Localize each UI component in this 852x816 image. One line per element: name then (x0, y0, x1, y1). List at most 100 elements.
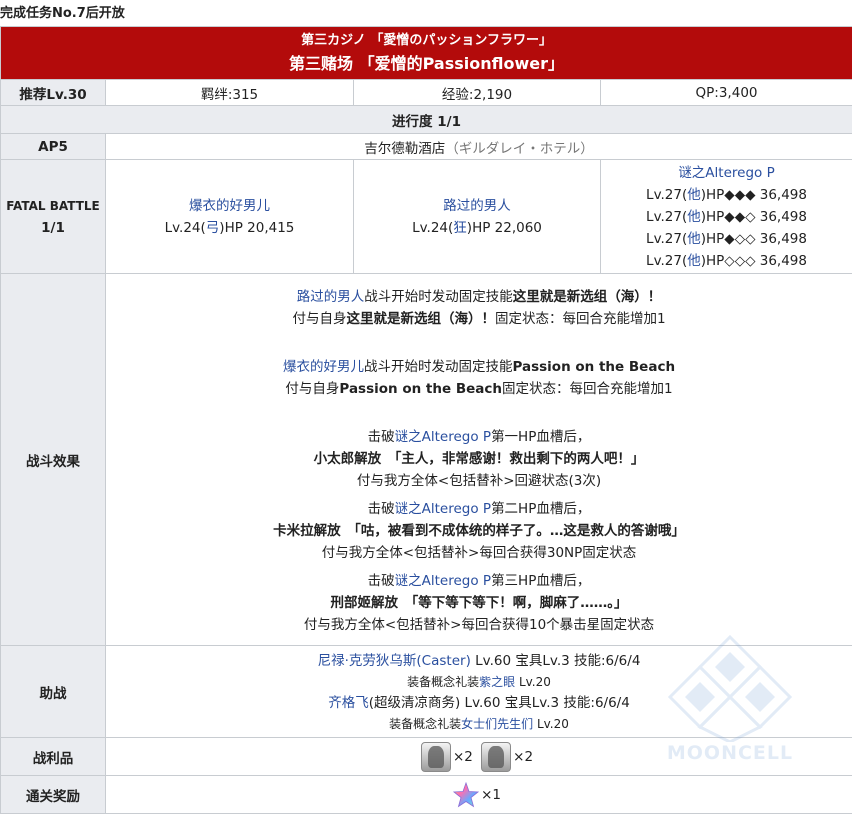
boss-name-link[interactable]: 谜之Alterego P (395, 573, 491, 589)
reward-label: 通关奖励 (0, 775, 106, 814)
ce-level: Lv.20 (533, 716, 569, 731)
class-link[interactable]: 他 (687, 231, 701, 247)
drop-qty: ×2 (513, 748, 534, 765)
servant-info: Lv.60 宝具Lv.3 技能:6/6/4 (460, 694, 630, 711)
quest-header-row: 第三カジノ 「愛憎のパッションフラワー」 第三赌场 「爱憎的Passionflo… (0, 26, 852, 80)
effect-text: 付与自身 (292, 310, 347, 327)
enemy-name-link[interactable]: 爆衣的好男儿 (189, 198, 270, 214)
boss-hp: )HP◆◆◆ 36,498 (700, 186, 807, 203)
servant-variant: (超级清凉商务) (368, 694, 461, 711)
quest-title-cell: 第三カジノ 「愛憎のパッションフラワー」 第三赌场 「爱憎的Passionflo… (0, 26, 852, 80)
ce-label: 装备概念礼装 (389, 716, 462, 731)
enemy-level: Lv.24( (412, 219, 454, 236)
reward-cell: ×1 (104, 775, 852, 814)
effects-row: 战斗效果 路过的男人战斗开始时发动固定技能这里就是新选组（海）！ 付与自身这里就… (0, 273, 852, 646)
skill-name: 这里就是新选组（海）！ (346, 310, 495, 327)
boss-hp: )HP◆◇◇ 36,498 (700, 230, 807, 247)
reward-qty: ×1 (481, 786, 501, 803)
qp-value: QP:3,400 (599, 79, 852, 106)
bond-value: 羁绊:315 (105, 79, 354, 106)
boss-hp: )HP◇◇◇ 36,498 (700, 252, 807, 269)
ap-row: AP5 吉尔德勒酒店（ギルダレイ・ホテル） (0, 133, 852, 160)
effects-cell: 路过的男人战斗开始时发动固定技能这里就是新选组（海）！ 付与自身这里就是新选组（… (104, 273, 852, 646)
boss-name-link[interactable]: 谜之Alterego P (678, 165, 774, 181)
enemy-cell-1: 爆衣的好男儿 Lv.24(弓)HP 20,415 (105, 159, 354, 274)
release-line: 小太郎解放 「主人，非常感谢！救出剩下的两人吧！」 (313, 450, 645, 467)
drops-label: 战利品 (0, 737, 106, 776)
boss-cell: 谜之Alterego P Lv.27(他)HP◆◆◆ 36,498 Lv.27(… (599, 159, 852, 274)
enemy-name-link[interactable]: 爆衣的好男儿 (283, 359, 364, 375)
enemy-name-link[interactable]: 路过的男人 (443, 198, 511, 214)
drop-qty: ×2 (452, 748, 473, 765)
enemy-cell-2: 路过的男人 Lv.24(狂)HP 22,060 (353, 159, 601, 274)
unlock-condition: 完成任务No.7后开放 (0, 6, 125, 21)
effect-text: 第一HP血槽后， (491, 428, 591, 445)
quest-title: 第三赌场 「爱憎的Passionflower」 (289, 54, 564, 73)
battle-label-cell: FATAL BATTLE 1/1 (0, 159, 106, 274)
battle-count: 1/1 (41, 219, 65, 236)
craft-essence-link[interactable]: 紫之眼 (479, 675, 515, 689)
release-line: 刑部姬解放 「等下等下等下！啊，脚麻了……。」 (330, 594, 628, 611)
boss-level: Lv.27( (646, 186, 688, 203)
effect-text: 第二HP血槽后， (491, 500, 591, 517)
enemy-name-link[interactable]: 路过的男人 (297, 289, 365, 305)
battle-row: FATAL BATTLE 1/1 爆衣的好男儿 Lv.24(弓)HP 20,41… (0, 159, 852, 274)
servant-name-link[interactable]: 齐格飞 (328, 695, 369, 711)
class-link[interactable]: 他 (687, 209, 701, 225)
boss-name-link[interactable]: 谜之Alterego P (395, 501, 491, 517)
fatal-battle-label: FATAL BATTLE (6, 198, 100, 213)
effect-text: 固定状态：每回合充能增加1 (502, 380, 673, 397)
release-effect: 付与我方全体<包括替补>每回合获得30NP固定状态 (321, 544, 637, 561)
servant-name-link[interactable]: 尼禄·克劳狄乌斯(Caster) (318, 653, 471, 669)
stats-row: 推荐Lv.30 羁绊:315 经验:2,190 QP:3,400 (0, 79, 852, 106)
release-effect: 付与我方全体<包括替补>每回合获得10个暴击星固定状态 (303, 616, 655, 633)
boss-name-link[interactable]: 谜之Alterego P (395, 429, 491, 445)
support-row: 助战 尼禄·克劳狄乌斯(Caster) Lv.60 宝具Lv.3 技能:6/6/… (0, 645, 852, 738)
ap-cost: AP5 (0, 133, 106, 160)
statue-item-icon[interactable] (420, 741, 451, 772)
ce-label: 装备概念礼装 (407, 674, 480, 689)
boss-level: Lv.27( (646, 208, 688, 225)
boss-hp: )HP◆◆◇ 36,498 (700, 208, 807, 225)
enemy-hp: )HP 22,060 (466, 219, 542, 236)
effect-text: 击破 (367, 428, 395, 445)
progress-label: 进行度 1/1 (0, 105, 852, 134)
class-link[interactable]: 弓 (206, 220, 220, 236)
release-line: 卡米拉解放 「咕，被看到不成体统的样子了。…这是救人的答谢哦」 (273, 522, 685, 539)
support-label: 助战 (0, 645, 106, 738)
quest-table: 第三カジノ 「愛憎のパッションフラワー」 第三赌场 「爱憎的Passionflo… (0, 26, 852, 814)
enemy-level: Lv.24( (164, 219, 206, 236)
effect-text: 击破 (367, 572, 395, 589)
effects-label: 战斗效果 (0, 273, 106, 646)
exp-value: 经验:2,190 (353, 79, 601, 106)
effect-text: 战斗开始时发动固定技能 (363, 358, 513, 375)
drops-cell: ×2 ×2 (104, 737, 852, 776)
servant-info: Lv.60 宝具Lv.3 技能:6/6/4 (470, 652, 641, 669)
progress-row: 进行度 1/1 (0, 105, 852, 134)
ce-level: Lv.20 (515, 674, 551, 689)
class-link[interactable]: 他 (687, 253, 701, 269)
enemy-hp: )HP 20,415 (219, 219, 295, 236)
effect-text: 战斗开始时发动固定技能 (364, 288, 513, 305)
recommend-level: 推荐Lv.30 (0, 79, 106, 106)
skill-name: Passion on the Beach (339, 380, 503, 397)
location-cell: 吉尔德勒酒店（ギルダレイ・ホテル） (104, 133, 852, 160)
support-cell: 尼禄·克劳狄乌斯(Caster) Lv.60 宝具Lv.3 技能:6/6/4 装… (104, 645, 852, 738)
drop-item: ×2 (420, 741, 477, 772)
drop-item: ×2 (481, 741, 537, 772)
statue-item-icon[interactable] (481, 741, 512, 772)
craft-essence-link[interactable]: 女士们先生们 (461, 717, 533, 731)
quest-subtitle-jp: 第三カジノ 「愛憎のパッションフラワー」 (301, 33, 552, 48)
effect-text: 固定状态：每回合充能增加1 (494, 310, 666, 327)
saint-quartz-icon[interactable] (453, 781, 480, 808)
class-link[interactable]: 他 (687, 187, 701, 203)
boss-level: Lv.27( (646, 252, 688, 269)
skill-name: Passion on the Beach (512, 358, 676, 375)
skill-name: 这里就是新选组（海）！ (512, 288, 662, 305)
location-name-jp: （ギルダレイ・ホテル） (445, 140, 594, 157)
effect-text: 击破 (367, 500, 395, 517)
effect-text: 付与自身 (285, 380, 340, 397)
class-link[interactable]: 狂 (453, 220, 467, 236)
location-name: 吉尔德勒酒店 (364, 140, 446, 157)
reward-row: 通关奖励 ×1 (0, 775, 852, 814)
